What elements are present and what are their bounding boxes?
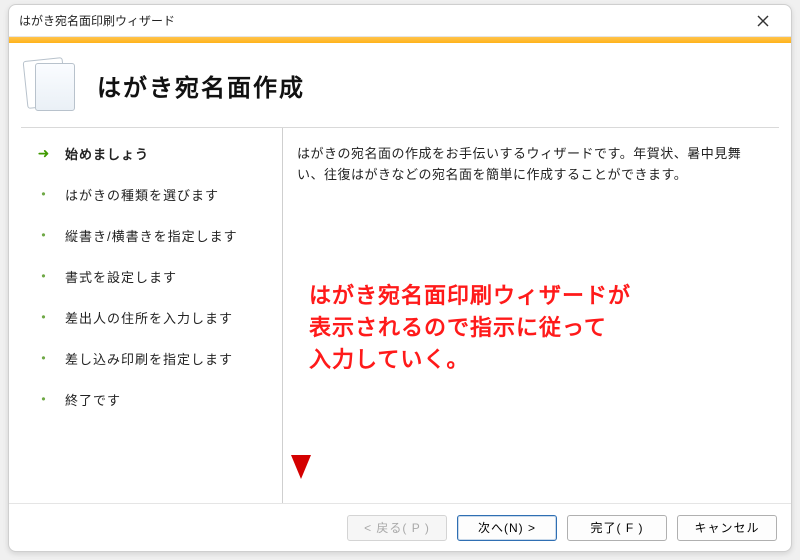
body: ➜ 始めましょう • はがきの種類を選びます • 縦書き/横書きを指定します •… xyxy=(21,127,779,503)
step-label: 書式を設定します xyxy=(65,267,177,286)
bullet-icon: • xyxy=(37,308,51,326)
bullet-icon: • xyxy=(37,226,51,244)
header-title: はがき宛名面作成 xyxy=(97,68,305,103)
step-type: • はがきの種類を選びます xyxy=(37,185,272,204)
close-button[interactable] xyxy=(743,7,783,35)
bullet-icon: • xyxy=(37,349,51,367)
wizard-window: はがき宛名面印刷ウィザード はがき宛名面作成 ➜ 始めましょう • はがきの種類… xyxy=(8,4,792,552)
arrow-right-icon: ➜ xyxy=(37,144,51,162)
step-orientation: • 縦書き/横書きを指定します xyxy=(37,226,272,245)
document-icon xyxy=(23,57,79,113)
bullet-icon: • xyxy=(37,185,51,203)
step-label: はがきの種類を選びます xyxy=(65,185,219,204)
step-finish: • 終了です xyxy=(37,390,272,409)
window-title: はがき宛名面印刷ウィザード xyxy=(19,12,743,29)
step-label: 縦書き/横書きを指定します xyxy=(65,226,238,245)
wizard-steps-sidebar: ➜ 始めましょう • はがきの種類を選びます • 縦書き/横書きを指定します •… xyxy=(21,128,283,503)
step-label: 差出人の住所を入力します xyxy=(65,308,233,327)
back-button: < 戻る( P ) xyxy=(347,515,447,541)
step-mailmerge: • 差し込み印刷を指定します xyxy=(37,349,272,368)
footer: < 戻る( P ) 次へ(N) > 完了( F ) キャンセル xyxy=(9,503,791,551)
finish-button[interactable]: 完了( F ) xyxy=(567,515,667,541)
cancel-button[interactable]: キャンセル xyxy=(677,515,777,541)
wizard-content: はがきの宛名面の作成をお手伝いするウィザードです。年賀状、暑中見舞い、往復はがき… xyxy=(283,128,779,503)
header: はがき宛名面作成 xyxy=(9,43,791,127)
step-label: 終了です xyxy=(65,390,121,409)
next-button[interactable]: 次へ(N) > xyxy=(457,515,557,541)
step-sender-address: • 差出人の住所を入力します xyxy=(37,308,272,327)
step-label: 差し込み印刷を指定します xyxy=(65,349,233,368)
close-icon xyxy=(757,15,769,27)
step-format: • 書式を設定します xyxy=(37,267,272,286)
bullet-icon: • xyxy=(37,267,51,285)
description-text: はがきの宛名面の作成をお手伝いするウィザードです。年賀状、暑中見舞い、往復はがき… xyxy=(297,144,767,186)
titlebar: はがき宛名面印刷ウィザード xyxy=(9,5,791,37)
step-start: ➜ 始めましょう xyxy=(37,144,272,163)
step-label: 始めましょう xyxy=(65,144,149,163)
bullet-icon: • xyxy=(37,390,51,408)
